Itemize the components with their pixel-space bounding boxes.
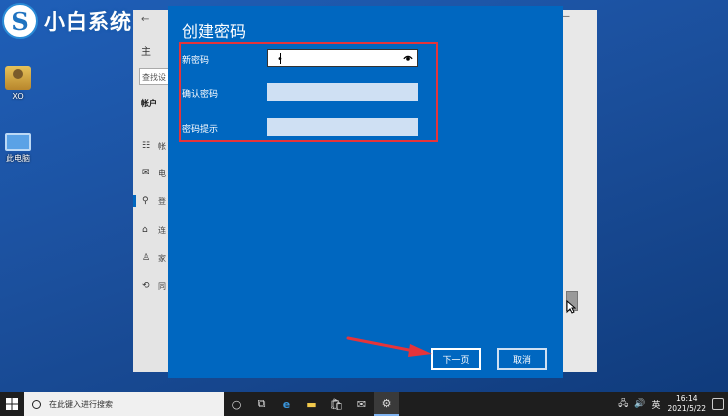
person-icon: ♙ <box>142 253 151 263</box>
settings-search-input[interactable]: 查找设 <box>139 68 169 85</box>
desktop-icon-user[interactable]: XO <box>0 66 38 101</box>
home-label[interactable]: 主 <box>141 43 151 58</box>
edge-browser-icon[interactable]: e <box>274 392 299 416</box>
file-explorer-icon[interactable]: ▬ <box>299 392 324 416</box>
clock[interactable]: 16:14 2021/5/22 <box>668 394 706 414</box>
desktop-icon-computer[interactable]: 此电脑 <box>0 130 38 164</box>
logo-icon: S <box>2 3 38 39</box>
dialog-title: 创建密码 <box>182 22 247 41</box>
sidebar-item-work[interactable]: ⌂ 连 <box>133 222 168 238</box>
task-view-icon[interactable]: ⧉ <box>249 392 274 416</box>
key-icon: ⚲ <box>142 196 149 206</box>
network-icon[interactable]: 🖧 <box>618 396 628 412</box>
computer-icon <box>5 133 31 151</box>
input-method-indicator[interactable]: 英 <box>652 398 661 411</box>
next-button[interactable]: 下一页 <box>431 348 481 370</box>
volume-icon[interactable]: 🔊 <box>634 399 645 409</box>
briefcase-icon: ⌂ <box>142 225 148 235</box>
notification-icon[interactable] <box>712 398 724 410</box>
annotation-arrow-icon <box>346 336 432 357</box>
mail-icon: ✉ <box>142 168 150 178</box>
cortana-icon[interactable]: ○ <box>224 392 249 416</box>
back-arrow-icon[interactable]: ← <box>141 14 149 25</box>
sync-icon: ⟲ <box>142 281 150 291</box>
store-icon[interactable]: 🛍 <box>324 392 349 416</box>
watermark-logo: S 小白系统 <box>2 3 132 39</box>
mail-app-icon[interactable]: ✉ <box>349 392 374 416</box>
sidebar-item-info[interactable]: ☷ 帐 <box>133 138 168 154</box>
start-button[interactable] <box>0 392 24 416</box>
mouse-cursor-icon <box>566 300 576 314</box>
windows-logo-icon <box>6 398 18 410</box>
clock-time: 16:14 <box>675 394 698 403</box>
sidebar-item-family[interactable]: ♙ 家 <box>133 250 168 266</box>
user-folder-icon <box>5 66 31 90</box>
sidebar-item-signin[interactable]: ⚲ 登 <box>133 193 168 209</box>
settings-sidebar: ← 主 查找设 帐户 ☷ 帐 ✉ 电 ⚲ 登 ⌂ 连 ♙ 家 ⟲ 同 <box>133 10 169 372</box>
system-tray: 🖧 🔊 英 16:14 2021/5/22 <box>615 392 728 416</box>
taskbar: 在此键入进行搜索 ○ ⧉ e ▬ 🛍 ✉ ⚙ 🖧 🔊 英 16:14 2021/… <box>0 392 728 416</box>
sidebar-item-sync[interactable]: ⟲ 同 <box>133 278 168 294</box>
search-icon <box>32 399 41 409</box>
section-title: 帐户 <box>141 99 157 108</box>
taskbar-search-box[interactable]: 在此键入进行搜索 <box>24 392 224 416</box>
watermark-text: 小白系统 <box>44 10 132 34</box>
sidebar-item-email[interactable]: ✉ 电 <box>133 165 168 181</box>
cancel-button[interactable]: 取消 <box>497 348 547 370</box>
info-icon: ☷ <box>142 141 151 151</box>
settings-app-icon[interactable]: ⚙ <box>374 392 399 416</box>
annotation-highlight-box <box>179 42 438 142</box>
taskbar-search-placeholder: 在此键入进行搜索 <box>49 399 113 409</box>
clock-date: 2021/5/22 <box>667 404 706 413</box>
